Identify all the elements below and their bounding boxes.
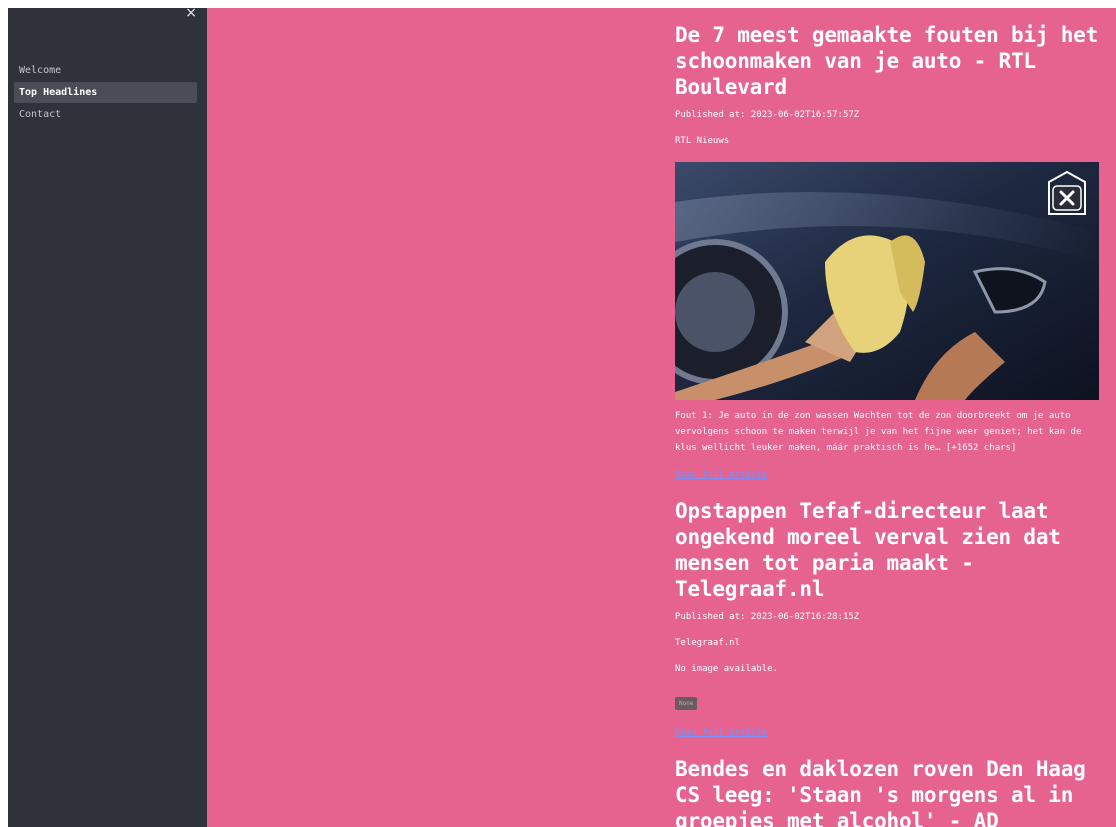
status-badge: None — [675, 697, 698, 710]
article-published: Published at: 2023-06-02T16:28:15Z — [675, 612, 860, 622]
sidebar: × Welcome Top Headlines Contact — [8, 5, 207, 827]
sidebar-nav: Welcome Top Headlines Contact — [14, 60, 197, 126]
read-full-article-link[interactable]: Read full article — [675, 728, 767, 738]
sidebar-item-contact[interactable]: Contact — [14, 104, 197, 125]
car-cleaning-photo — [675, 162, 1099, 400]
article-column: De 7 meest gemaakte fouten bij het schoo… — [675, 22, 1099, 827]
article-title: De 7 meest gemaakte fouten bij het schoo… — [675, 23, 1099, 99]
main-content: De 7 meest gemaakte fouten bij het schoo… — [207, 8, 1116, 827]
sidebar-item-top-headlines[interactable]: Top Headlines — [14, 82, 197, 103]
article-source: RTL Nieuws — [675, 136, 730, 146]
article-title: Opstappen Tefaf-directeur laat ongekend … — [675, 499, 1061, 601]
article-published: Published at: 2023-06-02T16:57:57Z — [675, 110, 860, 120]
close-icon[interactable]: × — [185, 5, 197, 21]
no-image-text: No image available. — [675, 664, 778, 674]
sidebar-item-welcome[interactable]: Welcome — [14, 60, 197, 81]
article-card: Bendes en daklozen roven Den Haag CS lee… — [675, 756, 1099, 827]
article-source: Telegraaf.nl — [675, 638, 741, 648]
article-image — [675, 162, 1099, 400]
article-card: Opstappen Tefaf-directeur laat ongekend … — [675, 498, 1099, 756]
article-description: Fout 1: Je auto in de zon wassen Wachten… — [675, 411, 1082, 453]
read-full-article-link[interactable]: Read full article — [675, 470, 767, 480]
article-card: De 7 meest gemaakte fouten bij het schoo… — [675, 22, 1099, 498]
article-title: Bendes en daklozen roven Den Haag CS lee… — [675, 757, 1086, 827]
